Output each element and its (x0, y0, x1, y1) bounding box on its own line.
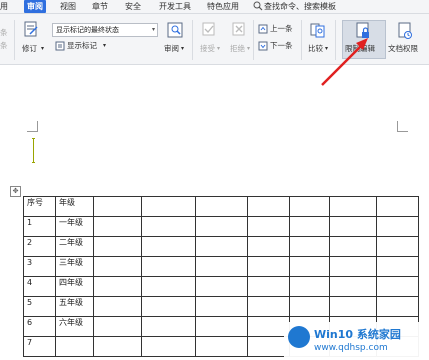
page-corner-mark (27, 121, 38, 132)
table-row: 5 五年级 (23, 296, 419, 317)
reject-icon[interactable] (232, 22, 246, 38)
table-cell[interactable]: 5 (23, 296, 56, 317)
watermark-url: www.qdhsp.com (314, 343, 388, 353)
ribbon-separator (14, 20, 15, 60)
table-row: 3 三年级 (23, 256, 419, 277)
next-button[interactable]: 下一条 (270, 41, 293, 51)
watermark-title: Win10 系统家园 (314, 328, 401, 341)
table-row: 序号 年级 (23, 196, 419, 217)
menu-tab-security[interactable]: 安全 (125, 0, 141, 13)
accept-button[interactable]: 接受 (200, 44, 215, 54)
menu-item-partial[interactable]: 用 (0, 0, 8, 13)
show-markup-icon[interactable] (55, 41, 65, 53)
chevron-down-icon[interactable]: ▾ (41, 44, 44, 54)
table-cell[interactable]: 一年级 (55, 216, 94, 237)
reject-button[interactable]: 拒绝 (230, 44, 245, 54)
chevron-down-icon: ▾ (217, 45, 221, 52)
table-cell[interactable] (289, 196, 330, 217)
table-cell[interactable]: 三年级 (55, 256, 94, 277)
previous-button[interactable]: 上一条 (270, 24, 293, 34)
search-command-box[interactable]: 查找命令、搜索模板 (264, 0, 336, 13)
chevron-down-icon: ▾ (103, 42, 107, 49)
text-cursor (32, 137, 35, 164)
review-pane-icon[interactable] (167, 22, 183, 40)
table-cell[interactable]: 五年级 (55, 296, 94, 317)
table-row: 2 二年级 (23, 236, 419, 257)
chevron-down-icon: ▾ (181, 45, 185, 52)
table-cell[interactable]: 四年级 (55, 276, 94, 297)
ribbon-partial-label: 条 (0, 28, 8, 37)
menu-tab-section[interactable]: 章节 (92, 0, 108, 13)
review-button[interactable]: 审阅 (164, 44, 179, 54)
ribbon-separator (253, 20, 254, 60)
table-cell[interactable]: 6 (23, 316, 56, 337)
search-icon (253, 1, 263, 13)
table-header-cell[interactable]: 序号 (23, 196, 56, 217)
page-corner-mark (397, 121, 408, 132)
table-cell[interactable]: 7 (23, 336, 56, 357)
track-changes-icon[interactable] (23, 21, 39, 39)
display-mode-select[interactable]: 显示标记的最终状态 ▾ (52, 23, 158, 37)
table-cell[interactable] (55, 336, 94, 357)
ribbon-separator (301, 20, 302, 60)
table-cell[interactable]: 2 (23, 236, 56, 257)
table-cell[interactable] (195, 196, 248, 217)
table-row: 1 一年级 (23, 216, 419, 237)
ribbon-separator (192, 20, 193, 60)
windows-logo-icon (288, 326, 310, 348)
table-cell[interactable]: 4 (23, 276, 56, 297)
document-permission-button[interactable]: 文档权限 (388, 44, 418, 54)
table-cell[interactable] (329, 196, 377, 217)
next-icon[interactable] (258, 41, 268, 53)
accept-icon[interactable] (202, 22, 216, 38)
chevron-down-icon: ▾ (151, 26, 155, 33)
menu-tab-special[interactable]: 特色应用 (207, 0, 239, 13)
table-cell[interactable] (141, 196, 196, 217)
table-move-handle-icon[interactable]: ✥ (10, 186, 21, 197)
table-cell[interactable]: 二年级 (55, 236, 94, 257)
table-cell[interactable] (376, 196, 419, 217)
table-cell[interactable] (247, 196, 290, 217)
table-cell[interactable]: 1 (23, 216, 56, 237)
table-row: 4 四年级 (23, 276, 419, 297)
table-cell[interactable] (93, 196, 142, 217)
table-cell[interactable]: 六年级 (55, 316, 94, 337)
document-permission-icon[interactable] (397, 22, 413, 42)
chevron-down-icon: ▾ (247, 45, 251, 52)
menu-bar: 用 审阅 视图 章节 安全 开发工具 特色应用 查找命令、搜索模板 (0, 0, 429, 14)
ribbon-partial-label-2: 条 (0, 41, 8, 50)
annotation-arrow-icon (321, 38, 368, 86)
previous-icon[interactable] (258, 24, 268, 36)
site-watermark: Win10 系统家园 www.qdhsp.com (284, 322, 429, 360)
display-mode-value: 显示标记的最终状态 (56, 26, 119, 34)
table-header-cell[interactable]: 年级 (55, 196, 94, 217)
track-changes-button[interactable]: 修订 (22, 44, 37, 54)
menu-tab-view[interactable]: 视图 (60, 0, 76, 13)
menu-tab-developer[interactable]: 开发工具 (159, 0, 191, 13)
show-markup-button[interactable]: 显示标记 (67, 41, 97, 51)
menu-tab-review[interactable]: 审阅 (24, 0, 46, 13)
table-cell[interactable]: 3 (23, 256, 56, 277)
